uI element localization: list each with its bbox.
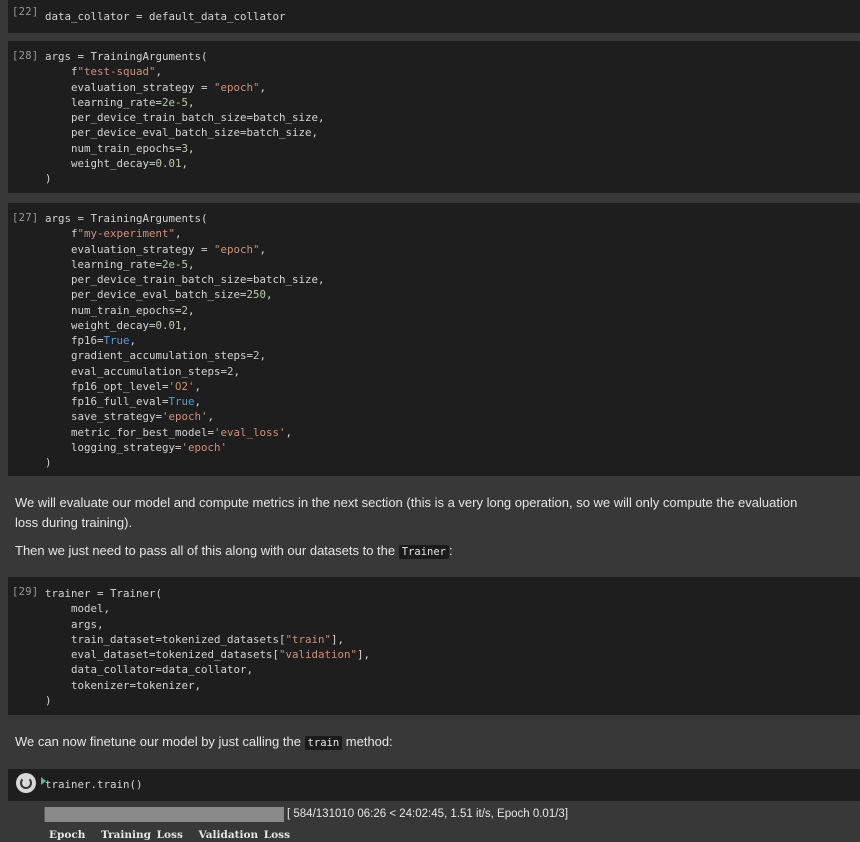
markdown-cell[interactable]: We can now finetune our model by just ca… bbox=[8, 723, 860, 761]
code-cell-29[interactable]: [29] trainer = Trainer( model, args, tra… bbox=[8, 577, 860, 715]
training-progress-bar bbox=[44, 807, 284, 822]
training-table-header: Epoch Training Loss Validation Loss bbox=[49, 829, 300, 841]
inline-code: train bbox=[304, 736, 343, 750]
stop-execution-icon[interactable] bbox=[16, 773, 36, 793]
column-header-epoch: Epoch bbox=[49, 829, 86, 841]
execution-count: [27] bbox=[12, 212, 39, 224]
code-cell-27[interactable]: [27] args = TrainingArguments( f"my-expe… bbox=[8, 203, 860, 476]
execution-count: [22] bbox=[12, 6, 39, 18]
markdown-paragraph: Then we just need to pass all of this al… bbox=[15, 543, 453, 559]
markdown-paragraph: We will evaluate our model and compute m… bbox=[15, 495, 798, 530]
code-editor[interactable]: trainer = Trainer( model, args, train_da… bbox=[45, 586, 370, 708]
code-editor[interactable]: args = TrainingArguments( f"my-experimen… bbox=[45, 211, 325, 470]
progress-fill bbox=[44, 807, 46, 822]
execution-count: [29] bbox=[12, 586, 39, 598]
code-editor[interactable]: trainer.train() bbox=[45, 777, 143, 792]
code-editor[interactable]: data_collator = default_data_collator bbox=[45, 9, 286, 24]
inline-code: Trainer bbox=[398, 545, 449, 559]
execution-count: [28] bbox=[12, 50, 39, 62]
column-header-training-loss: Training Loss bbox=[101, 829, 183, 841]
code-cell-22[interactable]: [22] data_collator = default_data_collat… bbox=[8, 0, 860, 33]
column-header-validation-loss: Validation Loss bbox=[198, 829, 290, 841]
markdown-cell[interactable]: We will evaluate our model and compute m… bbox=[8, 484, 860, 569]
progress-status-text: [ 584/131010 06:26 < 24:02:45, 1.51 it/s… bbox=[287, 808, 569, 820]
markdown-paragraph: We can now finetune our model by just ca… bbox=[15, 734, 393, 750]
code-cell-running[interactable]: trainer.train() bbox=[8, 769, 860, 801]
code-editor[interactable]: args = TrainingArguments( f"test-squad",… bbox=[45, 49, 325, 186]
code-cell-28[interactable]: [28] args = TrainingArguments( f"test-sq… bbox=[8, 41, 860, 193]
